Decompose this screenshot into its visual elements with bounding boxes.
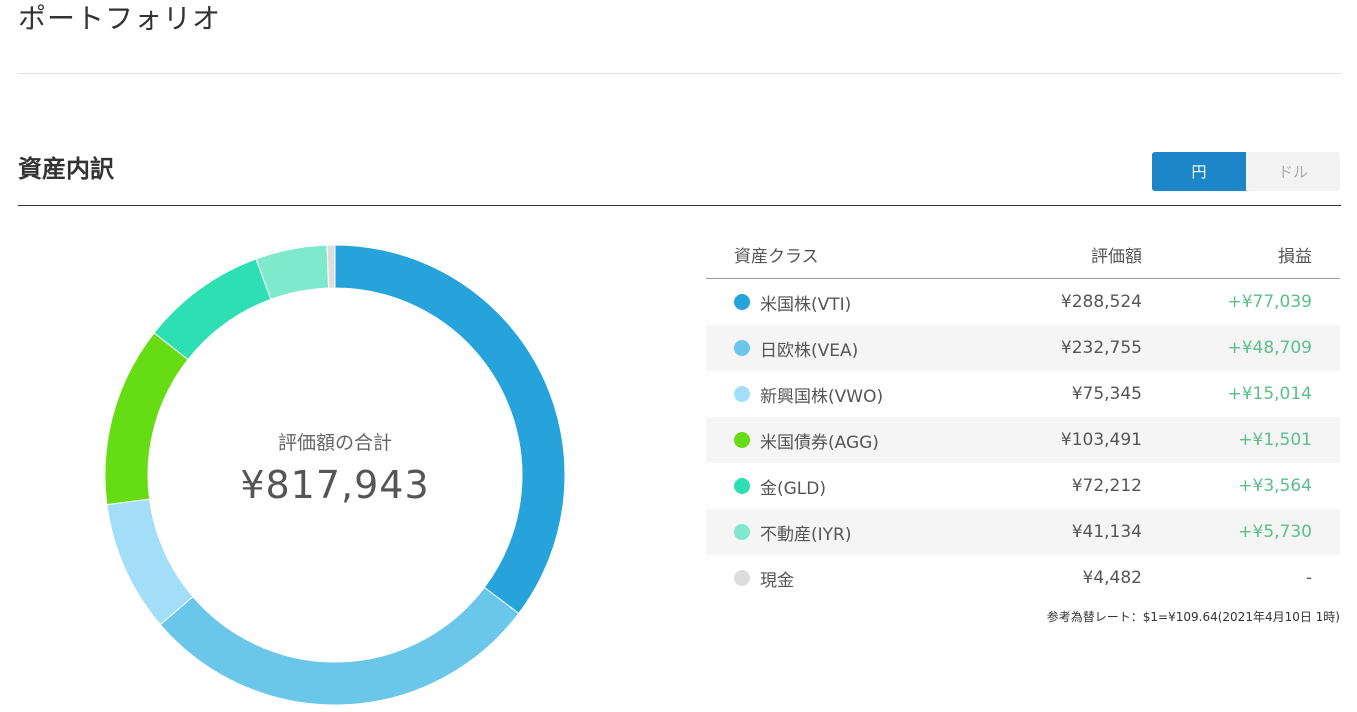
asset-name: 現金: [760, 570, 794, 591]
asset-name: 日欧株(VEA): [760, 340, 859, 361]
currency-dollar-button[interactable]: ドル: [1246, 152, 1340, 191]
legend-dot-icon: [734, 570, 750, 586]
asset-gain: +¥15,014: [1227, 384, 1312, 404]
asset-name: 金(GLD): [760, 478, 826, 499]
donut-total-value: ¥817,943: [240, 463, 430, 507]
asset-gain: +¥3,564: [1238, 476, 1312, 496]
asset-value: ¥288,524: [1060, 292, 1142, 312]
legend-dot-icon: [734, 340, 750, 356]
legend-dot-icon: [734, 478, 750, 494]
asset-name-cell: 米国株(VTI): [706, 290, 962, 315]
asset-row: 米国株(VTI) ¥288,524 +¥77,039: [706, 279, 1340, 325]
asset-name-cell: 新興国株(VWO): [706, 382, 962, 407]
donut-slice: [106, 498, 194, 626]
asset-value: ¥41,134: [1071, 522, 1142, 542]
asset-gain: +¥5,730: [1238, 522, 1312, 542]
asset-gain: +¥1,501: [1238, 430, 1312, 450]
asset-name-cell: 金(GLD): [706, 474, 962, 499]
asset-name-cell: 米国債券(AGG): [706, 428, 962, 453]
asset-name: 新興国株(VWO): [760, 386, 884, 407]
legend-dot-icon: [734, 432, 750, 448]
asset-value: ¥232,755: [1060, 338, 1142, 358]
allocation-donut-chart: 評価額の合計 ¥817,943: [100, 240, 570, 710]
legend-dot-icon: [734, 386, 750, 402]
asset-value: ¥103,491: [1060, 430, 1142, 450]
asset-gain: +¥48,709: [1227, 338, 1312, 358]
legend-dot-icon: [734, 294, 750, 310]
asset-gain: +¥77,039: [1227, 292, 1312, 312]
donut-slice: [153, 258, 272, 361]
asset-table: 資産クラス 評価額 損益 米国株(VTI) ¥288,524 +¥77,039 日欧株…: [706, 230, 1340, 601]
section-divider: [18, 205, 1341, 206]
donut-slice: [159, 586, 520, 706]
legend-dot-icon: [734, 524, 750, 540]
exchange-rate-note: 参考為替レート：$1=¥109.64(2021年4月10日 1時): [1046, 610, 1340, 624]
asset-name-cell: 不動産(IYR): [706, 520, 962, 545]
donut-center: 評価額の合計 ¥817,943: [100, 428, 570, 507]
header-gain: 損益: [1278, 246, 1312, 267]
asset-name-cell: 日欧株(VEA): [706, 336, 962, 361]
title-divider: [18, 73, 1341, 74]
section-title: 資産内訳: [18, 155, 114, 183]
donut-slice: [326, 244, 336, 289]
asset-row: 不動産(IYR) ¥41,134 +¥5,730: [706, 509, 1340, 555]
header-asset-class: 資産クラス: [734, 246, 819, 267]
currency-toggle: 円 ドル: [1152, 152, 1340, 191]
asset-name: 米国株(VTI): [760, 294, 852, 315]
page-title: ポートフォリオ: [18, 2, 222, 35]
header-value: 評価額: [1091, 246, 1142, 267]
asset-gain: -: [1305, 568, 1312, 588]
asset-row: 新興国株(VWO) ¥75,345 +¥15,014: [706, 371, 1340, 417]
asset-name: 米国債券(AGG): [760, 432, 879, 453]
asset-value: ¥75,345: [1071, 384, 1142, 404]
asset-table-header: 資産クラス 評価額 損益: [706, 230, 1340, 279]
asset-row: 米国債券(AGG) ¥103,491 +¥1,501: [706, 417, 1340, 463]
asset-row: 金(GLD) ¥72,212 +¥3,564: [706, 463, 1340, 509]
donut-total-label: 評価額の合計: [277, 432, 392, 454]
asset-row: 日欧株(VEA) ¥232,755 +¥48,709: [706, 325, 1340, 371]
currency-yen-button[interactable]: 円: [1152, 152, 1246, 191]
asset-table-body: 米国株(VTI) ¥288,524 +¥77,039 日欧株(VEA) ¥232,755…: [706, 279, 1340, 601]
asset-name: 不動産(IYR): [760, 524, 852, 545]
asset-value: ¥72,212: [1071, 476, 1142, 496]
asset-row: 現金 ¥4,482 -: [706, 555, 1340, 601]
asset-name-cell: 現金: [706, 566, 962, 591]
asset-value: ¥4,482: [1082, 568, 1142, 588]
